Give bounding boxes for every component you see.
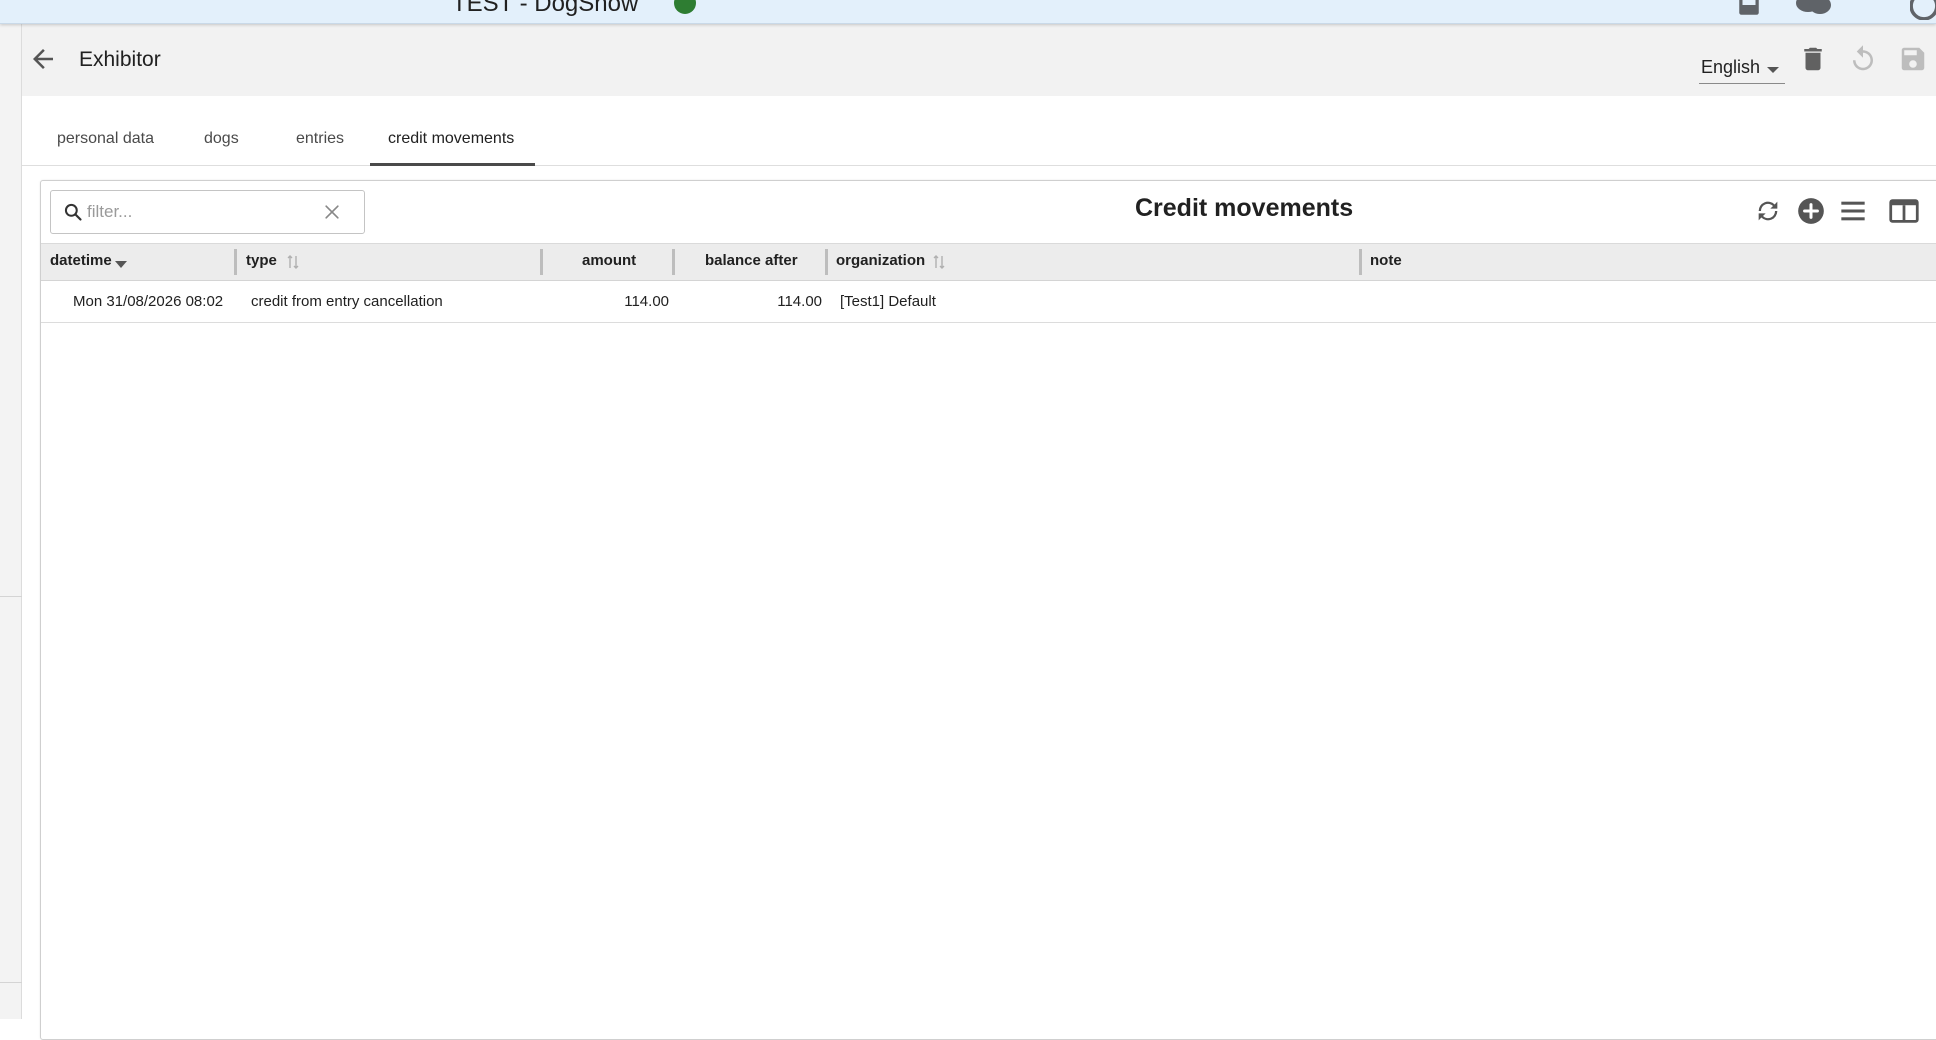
- back-button[interactable]: [28, 44, 58, 74]
- sort-icon[interactable]: [286, 254, 300, 270]
- save-icon: [1901, 47, 1925, 71]
- menu-icon: [1841, 201, 1865, 221]
- app-top-bar: TEST - DogShow: [0, 0, 1936, 24]
- column-header-note[interactable]: note: [1370, 252, 1402, 269]
- filter-box: [50, 190, 365, 234]
- columns-icon: [1889, 199, 1919, 223]
- page-header: Exhibitor English: [22, 24, 1936, 96]
- add-circle-icon: [1798, 198, 1824, 224]
- column-resize-handle[interactable]: [540, 249, 543, 275]
- sort-icon[interactable]: [932, 254, 946, 270]
- column-resize-handle[interactable]: [1359, 249, 1362, 275]
- cell-type: credit from entry cancellation: [251, 293, 443, 310]
- undo-icon: [1853, 45, 1873, 71]
- cell-organization: [Test1] Default: [840, 293, 936, 310]
- add-button[interactable]: [1797, 197, 1825, 225]
- undo-button[interactable]: [1848, 44, 1878, 74]
- refresh-icon: [1758, 201, 1778, 221]
- inbox-icon[interactable]: [1736, 0, 1762, 23]
- chevron-down-icon: [1767, 67, 1779, 73]
- column-resize-handle[interactable]: [672, 249, 675, 275]
- tab-bar: personal data dogs entries credit moveme…: [22, 96, 1936, 166]
- active-tab-indicator: [370, 163, 535, 166]
- refresh-button[interactable]: [1754, 197, 1782, 225]
- column-header-amount[interactable]: amount: [582, 252, 636, 269]
- delete-button[interactable]: [1798, 44, 1828, 74]
- app-title: TEST - DogShow: [452, 0, 639, 17]
- filter-input[interactable]: [87, 201, 307, 223]
- column-resize-handle[interactable]: [825, 249, 828, 275]
- column-resize-handle[interactable]: [234, 249, 237, 275]
- rail-divider: [0, 596, 22, 597]
- rail-divider: [0, 982, 22, 983]
- column-header-organization[interactable]: organization: [836, 252, 925, 269]
- table-header: datetime type amount balance after organ…: [41, 243, 1936, 281]
- tab-entries[interactable]: entries: [296, 130, 344, 148]
- save-button[interactable]: [1898, 44, 1928, 74]
- menu-button[interactable]: [1839, 197, 1867, 225]
- arrow-left-icon: [33, 49, 53, 69]
- tab-personal-data[interactable]: personal data: [57, 130, 154, 148]
- status-ok-icon: [674, 0, 696, 14]
- credit-movements-panel: Credit movements datetime type amount ba…: [40, 180, 1936, 1040]
- cell-datetime: Mon 31/08/2026 08:02: [73, 293, 224, 310]
- column-header-datetime[interactable]: datetime: [50, 252, 112, 269]
- sort-descending-icon[interactable]: [114, 254, 128, 270]
- tab-dogs[interactable]: dogs: [204, 130, 239, 148]
- table-title: Credit movements: [1135, 194, 1354, 222]
- tab-credit-movements[interactable]: credit movements: [388, 130, 514, 148]
- account-icon[interactable]: [1909, 0, 1936, 23]
- language-value: English: [1701, 57, 1761, 77]
- cell-balance-after: 114.00: [777, 293, 822, 310]
- page-title: Exhibitor: [79, 48, 161, 71]
- search-icon: [64, 203, 82, 221]
- close-icon[interactable]: [322, 202, 342, 222]
- table-row[interactable]: Mon 31/08/2026 08:02 credit from entry c…: [41, 281, 1936, 323]
- cell-amount: 114.00: [624, 293, 669, 310]
- left-nav-rail: [0, 24, 22, 1019]
- language-select[interactable]: English: [1699, 54, 1785, 84]
- chat-icon[interactable]: [1794, 0, 1834, 23]
- column-header-type[interactable]: type: [246, 252, 277, 269]
- trash-icon: [1804, 47, 1822, 71]
- column-header-balance-after[interactable]: balance after: [705, 252, 798, 269]
- columns-button[interactable]: [1889, 197, 1919, 225]
